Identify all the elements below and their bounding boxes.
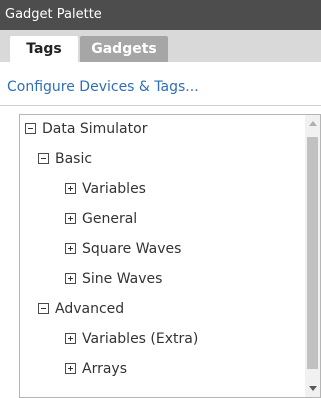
tree-item-general[interactable]: General <box>65 209 137 229</box>
tree-item-variables-extra[interactable]: Variables (Extra) <box>65 329 198 349</box>
expand-icon[interactable] <box>65 273 76 284</box>
palette-title: Gadget Palette <box>5 7 102 22</box>
tree-item-label: Arrays <box>82 361 128 377</box>
tree-item-label: Advanced <box>55 301 125 317</box>
scroll-down-arrow-icon[interactable] <box>309 386 317 391</box>
tree-item-label: Variables <box>82 181 146 197</box>
vertical-scrollbar[interactable] <box>305 115 320 397</box>
scroll-up-arrow-icon[interactable] <box>309 121 317 126</box>
configure-devices-link[interactable]: Configure Devices & Tags... <box>7 72 199 102</box>
tree-item-data-simulator[interactable]: Data Simulator <box>25 119 147 139</box>
tree-item-label: Basic <box>55 151 93 167</box>
tree-item-sine-waves[interactable]: Sine Waves <box>65 269 162 289</box>
tree-item-arrays[interactable]: Arrays <box>65 359 127 379</box>
divider <box>0 105 321 106</box>
tree-item-advanced[interactable]: Advanced <box>38 299 124 319</box>
tag-tree: Data Simulator Basic Variables General S… <box>19 114 321 398</box>
tab-tags[interactable]: Tags <box>10 36 78 62</box>
tree-item-label: Square Waves <box>82 241 182 257</box>
tree-item-square-waves[interactable]: Square Waves <box>65 239 181 259</box>
tree-item-label: Variables (Extra) <box>82 331 199 347</box>
tree-item-label: Sine Waves <box>82 271 163 287</box>
palette-title-bar: Gadget Palette <box>0 0 321 30</box>
tree-item-label: Data Simulator <box>42 121 148 137</box>
expand-icon[interactable] <box>65 333 76 344</box>
tree-item-basic[interactable]: Basic <box>38 149 92 169</box>
expand-icon[interactable] <box>65 213 76 224</box>
collapse-icon[interactable] <box>25 123 36 134</box>
tab-strip: Tags Gadgets <box>0 30 321 62</box>
tab-gadgets[interactable]: Gadgets <box>80 36 168 62</box>
expand-icon[interactable] <box>65 243 76 254</box>
tree-item-label: General <box>82 211 138 227</box>
collapse-icon[interactable] <box>38 303 49 314</box>
tree-item-variables[interactable]: Variables <box>65 179 146 199</box>
scroll-thumb[interactable] <box>307 137 318 369</box>
expand-icon[interactable] <box>65 363 76 374</box>
expand-icon[interactable] <box>65 183 76 194</box>
collapse-icon[interactable] <box>38 153 49 164</box>
